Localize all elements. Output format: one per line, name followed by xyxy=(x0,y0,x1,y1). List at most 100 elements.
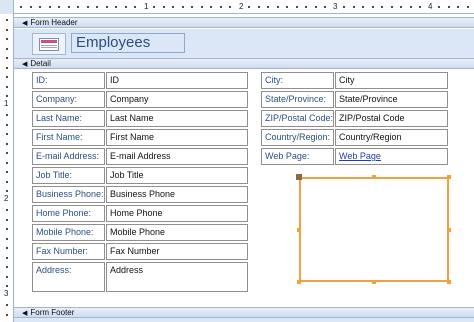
ruler-tick xyxy=(68,6,70,8)
ruler-tick xyxy=(6,171,8,173)
left-field-label[interactable]: Fax Number: xyxy=(32,243,105,260)
right-field-label[interactable]: ZIP/Postal Code: xyxy=(261,110,334,127)
ruler-number: 3 xyxy=(4,289,9,298)
ruler-tick xyxy=(6,228,8,230)
left-field-label[interactable]: Mobile Phone: xyxy=(32,224,105,241)
right-field-textbox[interactable]: ZIP/Postal Code xyxy=(335,110,448,127)
left-field-label[interactable]: Address: xyxy=(32,262,105,292)
form-header-bar[interactable]: ◀ Form Header xyxy=(14,17,474,28)
form-footer-label: Form Footer xyxy=(30,308,75,317)
vertical-ruler[interactable]: 1 2 3 xyxy=(0,14,14,322)
ruler-tick xyxy=(438,6,440,8)
card-line xyxy=(41,45,57,46)
right-field-label[interactable]: Country/Region: xyxy=(261,129,334,146)
resize-handle[interactable] xyxy=(297,228,301,232)
right-field-textbox[interactable]: City xyxy=(335,72,448,89)
resize-handle[interactable] xyxy=(447,228,451,232)
right-field-textbox[interactable]: State/Province xyxy=(335,91,448,108)
left-field-textbox[interactable]: Job Title xyxy=(106,167,248,184)
detail-label: Detail xyxy=(30,59,51,68)
right-field-label[interactable]: Web Page: xyxy=(261,148,334,165)
right-field-label[interactable]: City: xyxy=(261,72,334,89)
ruler-tick xyxy=(30,6,32,8)
ruler-tick xyxy=(49,6,51,8)
ruler-tick xyxy=(6,124,8,126)
left-field-label[interactable]: Company: xyxy=(32,91,105,108)
form-footer-bar[interactable]: ◀ Form Footer xyxy=(14,307,474,318)
left-field-label[interactable]: ID: xyxy=(32,72,105,89)
resize-handle[interactable] xyxy=(447,175,451,179)
right-field-textbox[interactable]: Web Page xyxy=(335,148,448,165)
resize-handle[interactable] xyxy=(447,280,451,284)
ruler-tick xyxy=(6,276,8,278)
form-selector[interactable] xyxy=(0,0,14,14)
ruler-tick xyxy=(201,6,203,8)
right-field-label[interactable]: State/Province: xyxy=(261,91,334,108)
ruler-tick xyxy=(172,6,174,8)
ruler-tick xyxy=(229,6,231,8)
form-card-icon xyxy=(39,38,59,51)
web-page-link[interactable]: Web Page xyxy=(339,151,381,161)
ruler-tick xyxy=(6,76,8,78)
left-field-textbox[interactable]: First Name xyxy=(106,129,248,146)
left-field-label[interactable]: Business Phone: xyxy=(32,186,105,203)
ruler-tick xyxy=(182,6,184,8)
ruler-tick xyxy=(106,6,108,8)
ruler-tick xyxy=(296,6,298,8)
ruler-tick xyxy=(400,6,402,8)
left-field-label[interactable]: Home Phone: xyxy=(32,205,105,222)
ruler-tick xyxy=(267,6,269,8)
detail-bar[interactable]: ◀ Detail xyxy=(14,58,474,69)
left-field-label[interactable]: Job Title: xyxy=(32,167,105,184)
ruler-number: 2 xyxy=(239,2,244,11)
ruler-tick xyxy=(305,6,307,8)
ruler-tick xyxy=(6,19,8,21)
section-marker-icon: ◀ xyxy=(22,20,28,27)
ruler-number: 1 xyxy=(4,99,9,108)
left-field-textbox[interactable]: Address xyxy=(106,262,248,292)
form-icon[interactable] xyxy=(32,33,66,55)
ruler-tick xyxy=(96,6,98,8)
left-field-textbox[interactable]: E-mail Address xyxy=(106,148,248,165)
left-field-label[interactable]: First Name: xyxy=(32,129,105,146)
image-control[interactable] xyxy=(299,177,449,282)
ruler-tick xyxy=(163,6,165,8)
ruler-tick xyxy=(324,6,326,8)
ruler-tick xyxy=(6,48,8,50)
left-field-textbox[interactable]: Mobile Phone xyxy=(106,224,248,241)
move-handle[interactable] xyxy=(296,174,302,180)
left-field-textbox[interactable]: Last Name xyxy=(106,110,248,127)
resize-handle[interactable] xyxy=(372,280,376,284)
ruler-tick xyxy=(220,6,222,8)
horizontal-ruler[interactable]: 1 2 3 4 xyxy=(0,0,474,14)
ruler-number: 2 xyxy=(4,194,9,203)
form-footer-area[interactable] xyxy=(14,318,474,322)
left-field-textbox[interactable]: ID xyxy=(106,72,248,89)
ruler-tick xyxy=(6,266,8,268)
ruler-tick xyxy=(210,6,212,8)
resize-handle[interactable] xyxy=(372,175,376,179)
left-field-textbox[interactable]: Fax Number xyxy=(106,243,248,260)
ruler-tick xyxy=(248,6,250,8)
ruler-tick xyxy=(6,133,8,135)
ruler-tick xyxy=(58,6,60,8)
ruler-tick xyxy=(467,6,469,8)
ruler-tick xyxy=(353,6,355,8)
left-field-textbox[interactable]: Home Phone xyxy=(106,205,248,222)
left-field-textbox[interactable]: Business Phone xyxy=(106,186,248,203)
ruler-tick xyxy=(20,6,22,8)
left-field-label[interactable]: E-mail Address: xyxy=(32,148,105,165)
ruler-tick xyxy=(6,257,8,259)
left-field-textbox[interactable]: Company xyxy=(106,91,248,108)
form-title-label[interactable]: Employees xyxy=(71,33,185,53)
ruler-tick xyxy=(391,6,393,8)
ruler-tick xyxy=(6,304,8,306)
resize-handle[interactable] xyxy=(297,280,301,284)
ruler-tick xyxy=(6,67,8,69)
ruler-tick xyxy=(381,6,383,8)
ruler-tick xyxy=(6,38,8,40)
ruler-tick xyxy=(6,238,8,240)
ruler-tick xyxy=(6,219,8,221)
right-field-textbox[interactable]: Country/Region xyxy=(335,129,448,146)
left-field-label[interactable]: Last Name: xyxy=(32,110,105,127)
